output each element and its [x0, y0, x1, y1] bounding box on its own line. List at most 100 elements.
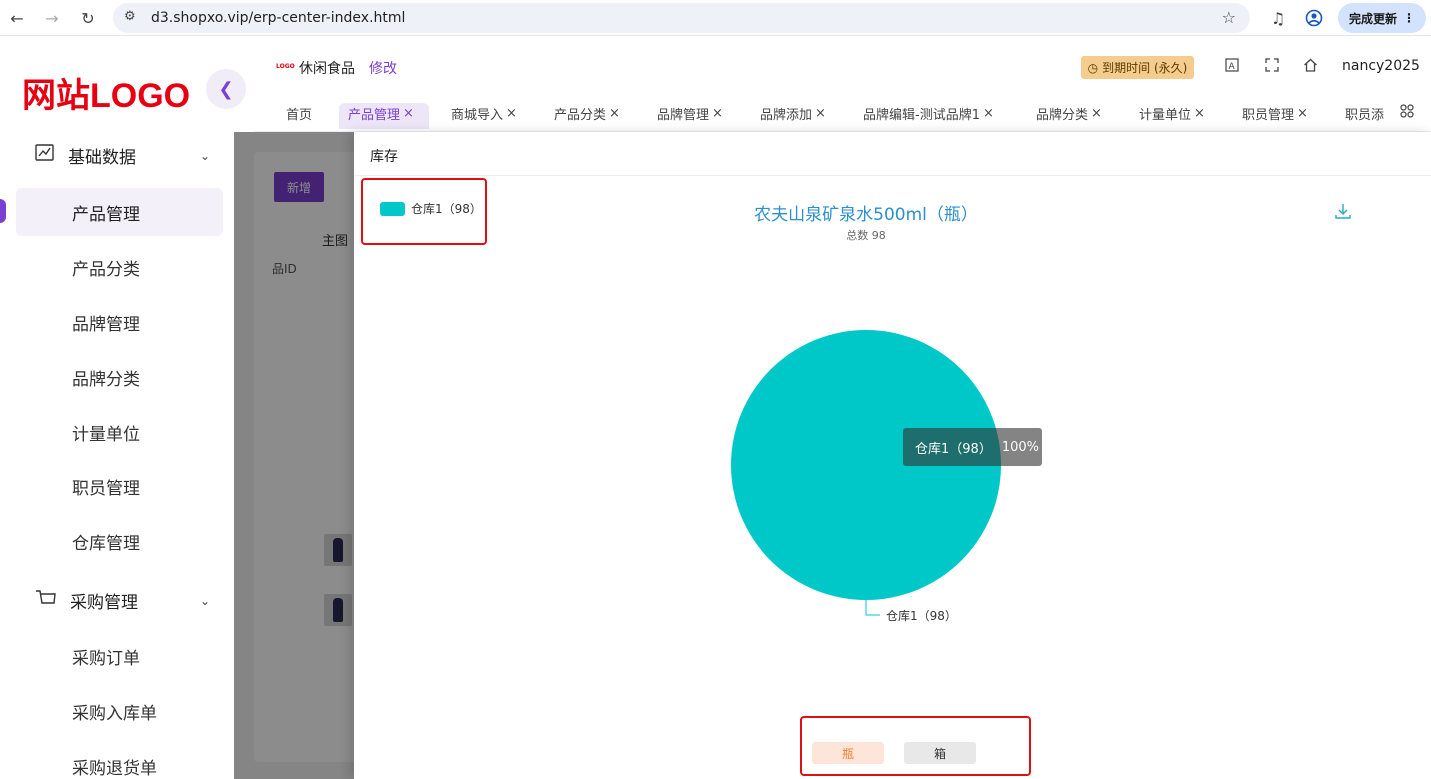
- menu-item-product-category[interactable]: 产品分类: [16, 243, 223, 291]
- menu-item-label: 仓库管理: [72, 533, 140, 554]
- menu-item-label: 职员管理: [72, 478, 140, 499]
- svg-text:A: A: [1229, 62, 1236, 72]
- menu-item-label: 采购退货单: [72, 758, 157, 779]
- url-text: d3.shopxo.vip/erp-center-index.html: [151, 10, 406, 26]
- close-icon[interactable]: ×: [815, 106, 826, 121]
- menu-item-label: 采购入库单: [72, 703, 157, 724]
- store-logo: LOGO: [276, 63, 295, 70]
- close-icon[interactable]: ×: [1297, 106, 1308, 121]
- home-icon[interactable]: [1303, 58, 1318, 76]
- tab-bar: 首页 产品管理 × 商城导入 × 产品分类 × 品牌管理 × 品牌添加 × 品牌编辑-测试…: [254, 92, 1431, 132]
- back-icon[interactable]: ←: [7, 8, 27, 28]
- active-indicator: [0, 199, 6, 223]
- menu-group-label: 基础数据: [68, 148, 136, 168]
- chevron-down-icon: ⌄: [199, 148, 210, 163]
- forward-icon[interactable]: →: [42, 8, 62, 28]
- menu-item-label: 产品管理: [72, 204, 140, 225]
- pie-slice-label: 仓库1（98）: [886, 609, 957, 623]
- menu-item-label: 计量单位: [72, 424, 140, 445]
- profile-icon[interactable]: [1304, 8, 1324, 28]
- chart-tooltip: 仓库1（98） 100%: [903, 428, 1042, 466]
- menu-item-warehouse-management[interactable]: 仓库管理: [16, 517, 223, 565]
- tab-staff-management[interactable]: 职员管理 ×: [1242, 104, 1308, 123]
- tooltip-percent: 100%: [1001, 439, 1039, 455]
- pie-chart: [731, 330, 1001, 616]
- close-icon[interactable]: ×: [403, 106, 414, 121]
- menu-item-staff-management[interactable]: 职员管理: [16, 462, 223, 510]
- tab-label: 职员管理: [1242, 108, 1295, 123]
- menu-item-brand-category[interactable]: 品牌分类: [16, 353, 223, 401]
- update-label: 完成更新: [1348, 11, 1397, 26]
- tab-staff-add[interactable]: 职员添: [1345, 104, 1385, 123]
- site-settings-icon[interactable]: ⚙: [124, 9, 136, 24]
- media-icon[interactable]: ♫: [1268, 8, 1288, 28]
- tab-brand-management[interactable]: 品牌管理 ×: [657, 104, 723, 123]
- username[interactable]: nancy2025: [1342, 58, 1420, 74]
- address-bar[interactable]: ⚙ d3.shopxo.vip/erp-center-index.html ☆: [113, 3, 1250, 33]
- menu-item-label: 采购订单: [72, 648, 140, 669]
- menu-group-purchase[interactable]: 采购管理 ⌄: [34, 587, 214, 614]
- tab-brand-edit[interactable]: 品牌编辑-测试品牌1 ×: [863, 104, 994, 123]
- expire-label: 到期时间 (永久): [1102, 61, 1188, 75]
- menu-item-purchase-return[interactable]: 采购退货单: [16, 742, 223, 779]
- drawer-title: 库存: [370, 149, 398, 165]
- tab-brand-add[interactable]: 品牌添加 ×: [760, 104, 826, 123]
- menu-item-label: 产品分类: [72, 259, 140, 280]
- sidebar-collapse-button[interactable]: ❮: [206, 69, 246, 109]
- tab-product-category[interactable]: 产品分类 ×: [554, 104, 620, 123]
- expire-badge: ◷ 到期时间 (永久): [1081, 56, 1194, 79]
- browser-toolbar: ← → ↻ ⚙ d3.shopxo.vip/erp-center-index.h…: [0, 0, 1431, 36]
- pie-label-leader-line: [865, 600, 880, 616]
- sidebar: 网站LOGO ❮ 基础数据 ⌄ 产品管理 产品分类 品牌管理 品牌分类 计量单位…: [0, 42, 246, 779]
- stock-drawer: 库存 仓库1（98） 农夫山泉矿泉水500ml（瓶） 总数 98 仓库1（98）…: [354, 132, 1431, 779]
- highlight-box-units: [800, 716, 1031, 776]
- tab-label: 品牌添加: [760, 108, 813, 123]
- tab-label: 产品管理: [348, 108, 401, 123]
- cart-icon: [34, 587, 58, 614]
- tab-measure-unit[interactable]: 计量单位 ×: [1139, 104, 1205, 123]
- tab-label: 首页: [286, 108, 313, 123]
- tab-label: 商城导入: [451, 108, 504, 123]
- close-icon[interactable]: ×: [1091, 106, 1102, 121]
- close-icon[interactable]: ×: [506, 106, 517, 121]
- tabs-grid-icon[interactable]: [1400, 104, 1414, 122]
- menu-item-purchase-order[interactable]: 采购订单: [16, 632, 223, 680]
- tab-label: 计量单位: [1139, 108, 1192, 123]
- more-vert-icon: ⋮: [1403, 11, 1415, 25]
- translate-icon[interactable]: A: [1225, 58, 1239, 76]
- site-logo: 网站LOGO: [22, 77, 191, 115]
- modal-overlay[interactable]: [234, 132, 354, 779]
- bookmark-star-icon[interactable]: ☆: [1222, 8, 1236, 27]
- menu-item-brand-management[interactable]: 品牌管理: [16, 298, 223, 346]
- tab-label: 品牌管理: [657, 108, 710, 123]
- tab-mall-import[interactable]: 商城导入 ×: [451, 104, 517, 123]
- reload-icon[interactable]: ↻: [78, 8, 98, 28]
- tab-label: 品牌分类: [1036, 108, 1089, 123]
- clock-icon: ◷: [1087, 60, 1099, 75]
- menu-item-product-management[interactable]: 产品管理: [16, 188, 223, 236]
- menu-group-basic-data[interactable]: 基础数据 ⌄: [34, 142, 214, 169]
- menu-item-purchase-inbound[interactable]: 采购入库单: [16, 687, 223, 735]
- tooltip-name: 仓库1（98）: [915, 441, 992, 457]
- top-header: LOGO 休闲食品 修改 ◷ 到期时间 (永久) A nancy2025: [254, 42, 1431, 92]
- menu-item-label: 品牌分类: [72, 369, 140, 390]
- chevron-down-icon: ⌄: [199, 593, 210, 608]
- tab-home[interactable]: 首页: [286, 104, 312, 123]
- store-name: 休闲食品: [299, 61, 355, 77]
- fullscreen-icon[interactable]: [1265, 58, 1279, 76]
- tab-label: 职员添: [1345, 108, 1385, 123]
- close-icon[interactable]: ×: [609, 106, 620, 121]
- tab-label: 品牌编辑-测试品牌1: [863, 108, 980, 123]
- menu-item-measure-unit[interactable]: 计量单位: [16, 408, 223, 456]
- tab-brand-category[interactable]: 品牌分类 ×: [1036, 104, 1102, 123]
- close-icon[interactable]: ×: [712, 106, 723, 121]
- store-edit-link[interactable]: 修改: [369, 58, 397, 78]
- close-icon[interactable]: ×: [983, 106, 994, 121]
- close-icon[interactable]: ×: [1194, 106, 1205, 121]
- update-button[interactable]: 完成更新 ⋮: [1338, 3, 1426, 33]
- menu-group-label: 采购管理: [70, 593, 138, 613]
- tab-label: 产品分类: [554, 108, 607, 123]
- drawer-divider: [354, 175, 1431, 176]
- tab-product-management[interactable]: 产品管理 ×: [348, 104, 414, 123]
- menu-item-label: 品牌管理: [72, 314, 140, 335]
